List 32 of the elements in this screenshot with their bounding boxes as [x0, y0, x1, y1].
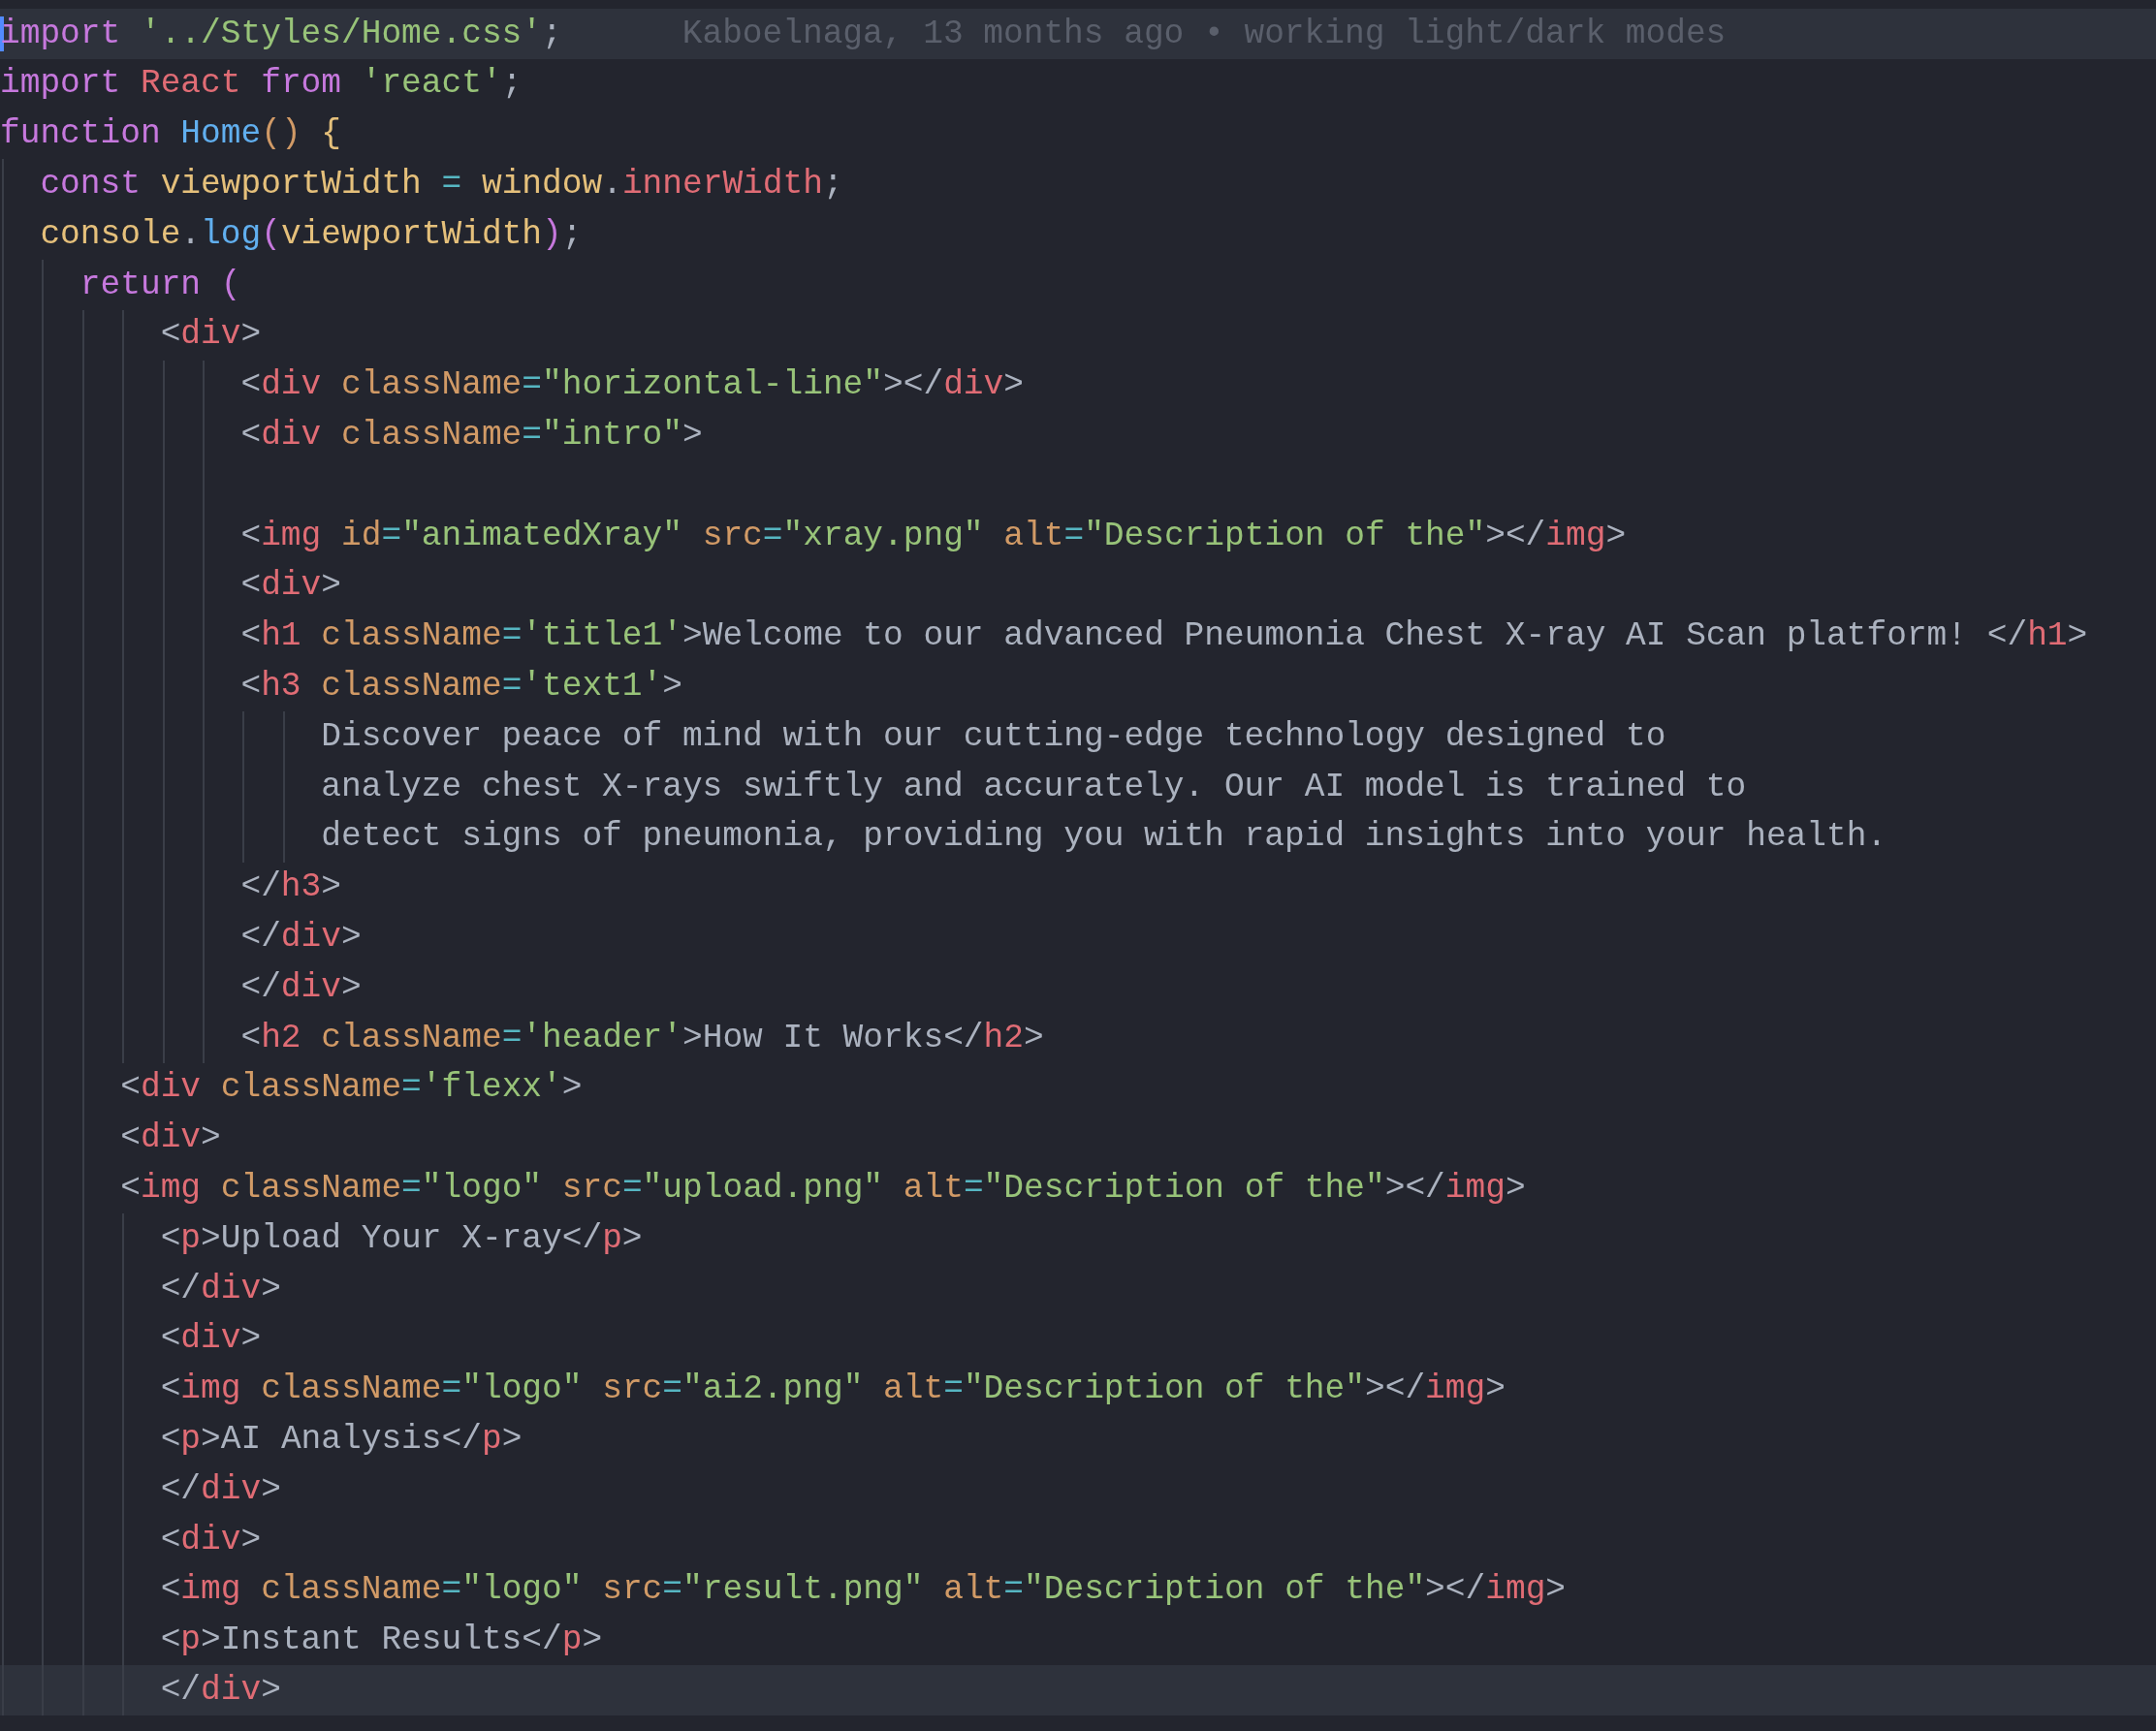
code-line: Discover peace of mind with our cutting-edge technology designed to: [320, 719, 1666, 754]
code-line: <div>: [239, 569, 341, 603]
code-line: <img className="logo" src="ai2.png" alt="Description of the"></img>: [159, 1372, 1506, 1406]
code-line: return (: [79, 268, 241, 302]
code-line: </div>: [239, 970, 362, 1005]
code-line: <div className="horizontal-line"></div>: [239, 368, 1024, 402]
code-line: <img className="logo" src="upload.png" alt="Description of the"></img>: [119, 1171, 1526, 1206]
code-line: <h2 className='header'>How It Works</h2>: [239, 1021, 1044, 1055]
code-line: <div className="intro">: [239, 419, 703, 453]
code-line: <div>: [159, 318, 262, 352]
code-line: <h3 className='text1'>: [239, 670, 682, 704]
code-line: <div>: [159, 1523, 262, 1558]
code-line: console.log(viewportWidth);: [39, 217, 583, 252]
code-line: <div className='flexx'>: [119, 1071, 583, 1105]
code-line: </div>: [239, 921, 362, 955]
code-line: <h1 className='title1'>Welcome to our advanced Pneumonia Chest X-ray AI Scan platform! </h1>: [239, 619, 2088, 653]
code-line: <p>Upload Your X-ray</p>: [159, 1221, 643, 1256]
code-line: analyze chest X-rays swiftly and accurately. Our AI model is trained to: [320, 770, 1747, 804]
code-line: import React from 'react';: [0, 67, 523, 101]
code-line: </div>: [159, 1272, 281, 1306]
code-line: <img id="animatedXray" src="xray.png" alt="Description of the"></img>: [239, 519, 1627, 553]
code-line: const viewportWidth = window.innerWidth;: [39, 168, 843, 202]
code-line: <div>: [159, 1322, 262, 1356]
code-line: <div>: [119, 1121, 221, 1155]
code-line: <p>Instant Results</p>: [159, 1623, 603, 1657]
code-line: <p>AI Analysis</p>: [159, 1422, 523, 1457]
code-line: </div>: [159, 1472, 281, 1507]
code-line: </div>: [159, 1673, 281, 1708]
code-line: detect signs of pneumonia, providing you with rapid insights into your health.: [320, 820, 1887, 854]
code-line: function Home() {: [0, 117, 341, 151]
code-line: <img className="logo" src="result.png" alt="Description of the"></img>: [159, 1573, 1567, 1607]
code-line: </h3>: [239, 870, 341, 904]
